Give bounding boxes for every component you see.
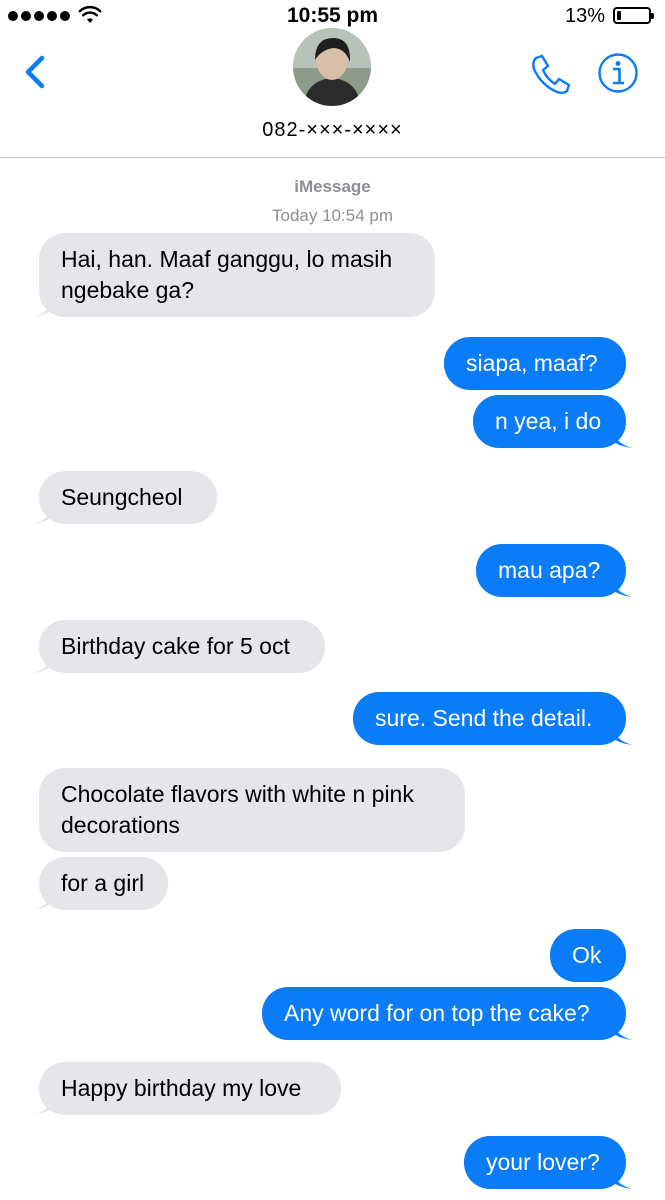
outgoing-message-bubble[interactable]: your lover? — [464, 1136, 633, 1189]
message-text: Hai, han. Maaf ganggu, lo masih ngebake … — [61, 246, 393, 303]
contact-name[interactable]: 082-×××-×××× — [0, 119, 665, 142]
message-text: Happy birthday my love — [61, 1075, 302, 1101]
message-text: Birthday cake for 5 oct — [61, 633, 290, 659]
info-icon[interactable] — [597, 52, 639, 94]
message-text: siapa, maaf? — [466, 350, 598, 376]
message-text: n yea, i do — [495, 408, 602, 434]
battery-icon — [613, 7, 654, 24]
outgoing-message-bubble[interactable]: Ok — [550, 929, 626, 982]
conversation-header: 082-×××-×××× — [0, 24, 665, 158]
outgoing-message-bubble[interactable]: siapa, maaf? — [444, 337, 626, 390]
outgoing-message-bubble[interactable]: n yea, i do — [473, 395, 633, 448]
incoming-message-bubble[interactable]: for a girl — [32, 857, 168, 910]
outgoing-message-bubble[interactable]: mau apa? — [476, 544, 633, 597]
chevron-left-icon[interactable] — [18, 50, 58, 94]
incoming-message-bubble[interactable]: Hai, han. Maaf ganggu, lo masih ngebake … — [32, 233, 435, 317]
incoming-message-bubble[interactable]: Chocolate flavors with white n pink deco… — [39, 768, 465, 852]
phone-icon[interactable] — [527, 52, 573, 96]
message-text: Ok — [572, 942, 602, 968]
incoming-message-bubble[interactable]: Birthday cake for 5 oct — [32, 620, 325, 673]
message-text: mau apa? — [498, 557, 601, 583]
outgoing-message-bubble[interactable]: Any word for on top the cake? — [262, 987, 633, 1040]
conversation-timestamp: Today 10:54 pm — [272, 206, 393, 225]
message-text: Chocolate flavors with white n pink deco… — [61, 781, 414, 838]
incoming-message-bubble[interactable]: Seungcheol — [32, 471, 217, 524]
message-text: Any word for on top the cake? — [284, 1000, 590, 1026]
contact-avatar[interactable] — [293, 28, 371, 106]
message-text: for a girl — [61, 870, 145, 896]
incoming-message-bubble[interactable]: Happy birthday my love — [32, 1062, 341, 1115]
outgoing-message-bubble[interactable]: sure. Send the detail. — [353, 692, 633, 745]
service-label: iMessage — [294, 177, 371, 196]
message-text: sure. Send the detail. — [375, 705, 593, 731]
message-text: your lover? — [486, 1149, 600, 1175]
message-text: Seungcheol — [61, 484, 183, 510]
